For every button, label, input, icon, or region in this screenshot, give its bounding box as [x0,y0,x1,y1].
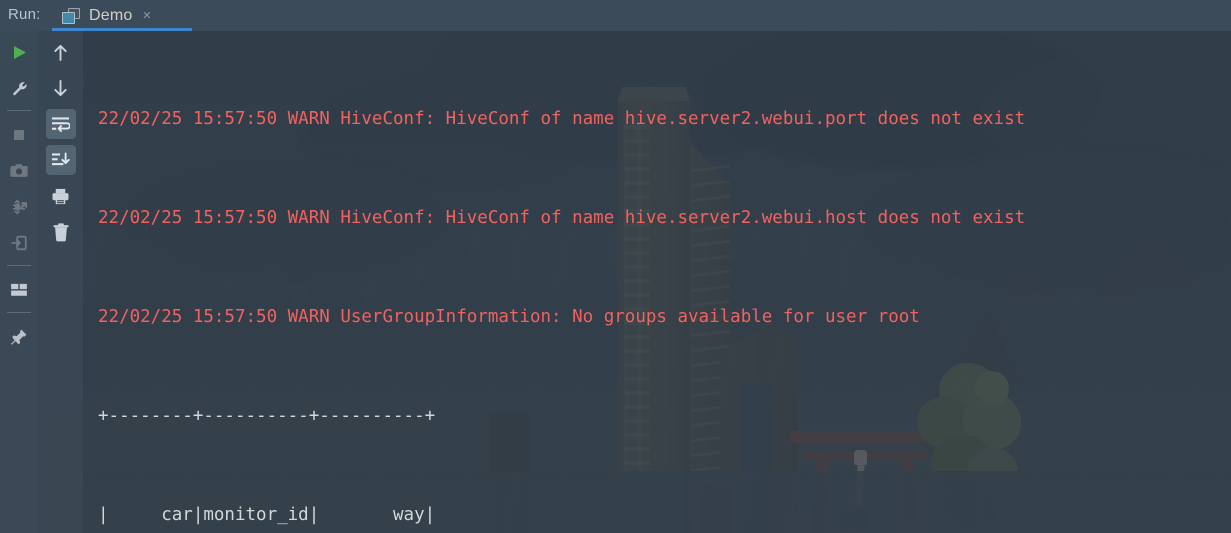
run-label: Run: [8,6,41,23]
console-actions-toolbar [38,31,83,533]
scroll-to-end-button[interactable] [45,145,76,175]
down-the-stack-trace-button[interactable] [46,73,76,103]
trash-icon [52,222,69,241]
pin-tab-button[interactable] [4,322,34,352]
scroll-to-end-icon [52,151,70,165]
toolbar-separator [7,265,31,266]
rerun-button[interactable] [4,37,34,67]
console-line: 22/02/25 15:57:50 WARN UserGroupInformat… [98,307,920,327]
console-output[interactable]: 22/02/25 15:57:50 WARN HiveConf: HiveCon… [83,31,1231,533]
wrench-icon [12,81,27,95]
dump-threads-button[interactable] [4,192,34,222]
printer-icon [52,188,69,204]
toolbar-separator [7,312,31,313]
stop-button[interactable] [4,120,34,150]
console-line: | car|monitor_id| way| [98,505,436,525]
export-button[interactable] [4,228,34,258]
pin-icon [10,329,27,345]
console-line: 22/02/25 15:57:50 WARN HiveConf: HiveCon… [98,208,1026,228]
layout-panes-icon [11,283,27,296]
toolbar-separator [7,110,31,111]
tab-selected-indicator [52,28,192,31]
play-icon [13,45,26,59]
arrow-into-box-icon [11,235,27,251]
clear-all-button[interactable] [46,217,76,247]
run-configuration-icon [62,7,80,24]
tab-demo[interactable]: Demo × [52,0,159,31]
camera-icon [10,164,28,177]
run-tool-window-header: Run: Demo × [0,0,1231,31]
up-the-stack-trace-button[interactable] [46,37,76,67]
run-actions-toolbar [0,31,38,533]
screenshot-button[interactable] [4,156,34,186]
edit-configuration-button[interactable] [4,73,34,103]
tab-demo-label: Demo [89,6,133,24]
stop-square-icon [14,130,24,140]
layout-button[interactable] [4,275,34,305]
bug-arrow-icon [12,199,28,215]
console-line: +--------+----------+----------+ [98,406,436,426]
soft-wrap-button[interactable] [45,109,76,139]
run-tool-window: 22/02/25 15:57:50 WARN HiveConf: HiveCon… [0,0,1231,533]
arrow-up-icon [54,44,67,61]
soft-wrap-icon [52,116,70,132]
arrow-down-icon [54,79,67,96]
print-button[interactable] [46,181,76,211]
console-line: 22/02/25 15:57:50 WARN HiveConf: HiveCon… [98,109,1026,129]
close-icon[interactable]: × [142,8,151,23]
